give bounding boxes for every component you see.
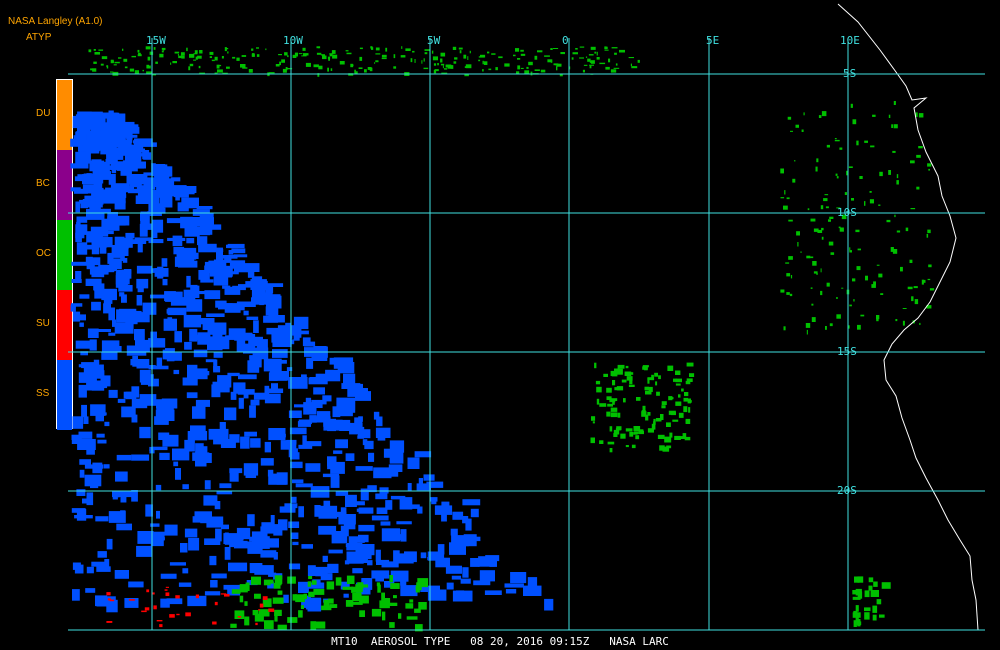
coastline [837,3,979,631]
lat-label-5s: 5S [843,67,856,80]
lat-label-20s: 20S [837,484,857,497]
aerosol-pixels [70,46,935,632]
lon-label-0: 0 [562,34,569,47]
lon-label-5e: 5E [706,34,719,47]
lat-label-15s: 15S [837,345,857,358]
lat-label-10s: 10S [837,206,857,219]
lon-label-15w: 15W [146,34,166,47]
lon-label-5w: 5W [427,34,441,47]
lon-label-10e: 10E [840,34,860,47]
lon-label-10w: 10W [283,34,303,47]
aerosol-map: 15W 10W 5W 0 5E 10E 5S 10S 15S 20S [68,3,985,632]
footer-caption: MT10 AEROSOL TYPE 08 20, 2016 09:15Z NAS… [331,635,669,648]
